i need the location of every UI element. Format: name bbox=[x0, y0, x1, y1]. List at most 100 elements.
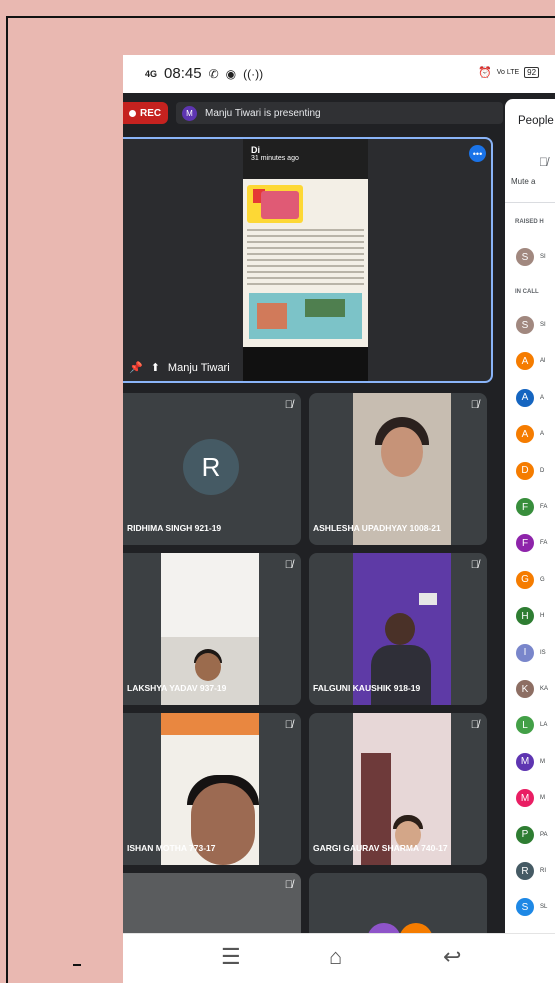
alarm-icon: ⏰ bbox=[478, 67, 492, 79]
participant-tile[interactable]: 🎙̸ ASHLESHA UPADHYAY 1008-21 bbox=[309, 393, 487, 545]
participant-avatar: F bbox=[516, 498, 534, 516]
book-title-block bbox=[247, 185, 303, 223]
participant-avatar: S bbox=[516, 316, 534, 334]
pin-icon[interactable]: 📌 bbox=[129, 361, 143, 374]
clock: 08:45 bbox=[164, 65, 202, 82]
people-panel: People 🎙̸ Mute a RAISED H S SI IN CALL SS… bbox=[505, 99, 555, 939]
whatsapp-icon: ✆ bbox=[208, 66, 219, 81]
image-border-top bbox=[6, 16, 555, 18]
participant-avatar: H bbox=[516, 607, 534, 626]
volte-icon: Vo LTE bbox=[496, 69, 520, 76]
present-icon[interactable]: ⬆ bbox=[151, 361, 160, 374]
participant-name: M bbox=[540, 795, 545, 802]
participant-name: G bbox=[540, 576, 545, 583]
participant-row[interactable]: MM bbox=[516, 752, 545, 772]
more-options-button[interactable]: ••• bbox=[469, 145, 486, 162]
participant-row[interactable]: S SL bbox=[516, 897, 547, 917]
participant-row[interactable]: HH bbox=[516, 606, 544, 626]
shared-doc-header: Di 31 minutes ago bbox=[243, 139, 368, 179]
participant-name: SI bbox=[540, 322, 546, 328]
presenting-text: Manju Tiwari is presenting bbox=[205, 107, 321, 119]
participant-avatar: R bbox=[516, 862, 534, 880]
back-icon[interactable]: ↩ bbox=[443, 944, 461, 970]
battery-indicator: 92 bbox=[524, 67, 540, 78]
participant-avatar: M bbox=[516, 752, 534, 771]
participant-row[interactable]: S SI bbox=[516, 315, 546, 335]
participant-avatar: A bbox=[516, 352, 534, 371]
participant-avatar: I bbox=[516, 643, 534, 662]
browser-icon: ◉ bbox=[225, 66, 237, 81]
participant-row[interactable]: L LA bbox=[516, 715, 547, 735]
participant-name: H bbox=[540, 613, 545, 620]
mic-off-icon[interactable]: 🎙̸ bbox=[539, 155, 548, 169]
recording-badge[interactable]: REC bbox=[123, 102, 168, 124]
participant-tile[interactable]: 🎙̸ FALGUNI KAUSHIK 918-19 bbox=[309, 553, 487, 705]
people-panel-title: People bbox=[518, 115, 554, 127]
participant-row[interactable]: GG bbox=[516, 570, 545, 590]
shared-doc-title: Di bbox=[251, 145, 260, 155]
participant-avatar: R bbox=[183, 439, 239, 495]
participant-name: RIDHIMA SINGH 921-19 bbox=[127, 523, 222, 533]
participant-tile[interactable]: R 🎙̸ RIDHIMA SINGH 921-19 bbox=[123, 393, 301, 545]
image-border-left bbox=[6, 16, 8, 983]
rec-label: REC bbox=[140, 107, 162, 119]
participant-avatar: K bbox=[516, 680, 534, 698]
participant-avatar: G bbox=[516, 570, 534, 589]
mic-off-icon: 🎙̸ bbox=[284, 559, 293, 571]
divider bbox=[505, 202, 555, 203]
participant-row[interactable]: I IS bbox=[516, 643, 546, 663]
participant-name: SL bbox=[540, 904, 548, 911]
participant-avatar: S bbox=[516, 898, 534, 917]
participant-row[interactable]: MM bbox=[516, 788, 545, 808]
participant-tile[interactable]: 🎙̸ LAKSHYA YADAV 937-19 bbox=[123, 553, 301, 705]
participant-row[interactable]: R RI bbox=[516, 861, 546, 881]
participant-row[interactable]: A Al bbox=[516, 351, 545, 371]
participant-row[interactable]: AA bbox=[516, 424, 544, 444]
android-nav-bar: ☰ ⌂ ↩ bbox=[123, 933, 555, 983]
shared-nav-bar bbox=[243, 347, 368, 381]
participant-avatar: F bbox=[516, 534, 534, 553]
participant-row[interactable]: S SI bbox=[516, 247, 546, 267]
participant-name: ASHLESHA UPADHYAY 1008-21 bbox=[313, 523, 441, 533]
participant-row[interactable]: F FA bbox=[516, 533, 547, 553]
participant-name: GARGI GAURAV SHARMA 740-17 bbox=[313, 843, 448, 853]
mic-off-icon: 🎙̸ bbox=[284, 719, 293, 731]
participant-row[interactable]: F FA bbox=[516, 497, 547, 517]
participant-avatar: P bbox=[516, 825, 534, 844]
participant-name: ISHAN MOTHA 773-17 bbox=[127, 843, 216, 853]
mic-off-icon: 🎙̸ bbox=[284, 879, 293, 891]
participant-name: SI bbox=[540, 254, 546, 260]
book-illustration bbox=[249, 293, 362, 339]
record-dot-icon bbox=[129, 109, 136, 117]
presenting-banner[interactable]: M Manju Tiwari is presenting bbox=[176, 102, 503, 124]
presentation-tile[interactable]: Di 31 minutes ago ••• 📌 ⬆ Manju Tiwari bbox=[123, 137, 493, 383]
participant-name: A bbox=[540, 394, 545, 401]
participant-row[interactable]: P PA bbox=[516, 825, 548, 845]
shared-screen: Di 31 minutes ago bbox=[243, 139, 368, 381]
raised-hands-label: RAISED H bbox=[515, 219, 544, 225]
participant-name: A bbox=[540, 431, 545, 438]
participant-name: IS bbox=[540, 649, 546, 656]
meeting-topbar: REC M Manju Tiwari is presenting bbox=[123, 99, 503, 127]
participant-name: LA bbox=[540, 722, 548, 729]
shared-doc-subtitle: 31 minutes ago bbox=[251, 155, 299, 162]
participant-name: FALGUNI KAUSHIK 918-19 bbox=[313, 683, 421, 693]
participant-name: Al bbox=[540, 358, 546, 365]
participant-name: FA bbox=[540, 504, 548, 510]
presenter-name-tag: 📌 ⬆ Manju Tiwari bbox=[129, 361, 230, 375]
book-page bbox=[243, 179, 368, 347]
participant-row[interactable]: K KA bbox=[516, 679, 548, 699]
mute-all-button[interactable]: Mute a bbox=[511, 177, 535, 186]
home-icon[interactable]: ⌂ bbox=[329, 944, 342, 970]
participant-row[interactable]: DD bbox=[516, 461, 544, 481]
presenter-name: Manju Tiwari bbox=[167, 361, 230, 374]
participant-name: FA bbox=[540, 540, 548, 547]
hotspot-icon: ((·)) bbox=[243, 66, 264, 81]
network-indicator: 4G bbox=[145, 68, 158, 79]
participant-tile[interactable]: 🎙̸ GARGI GAURAV SHARMA 740-17 bbox=[309, 713, 487, 865]
participant-row[interactable]: AA bbox=[516, 388, 544, 408]
participant-avatar: L bbox=[516, 716, 534, 735]
participant-tile[interactable]: 🎙̸ ISHAN MOTHA 773-17 bbox=[123, 713, 301, 865]
mic-off-icon: 🎙̸ bbox=[470, 399, 479, 411]
menu-icon[interactable]: ☰ bbox=[221, 944, 241, 970]
